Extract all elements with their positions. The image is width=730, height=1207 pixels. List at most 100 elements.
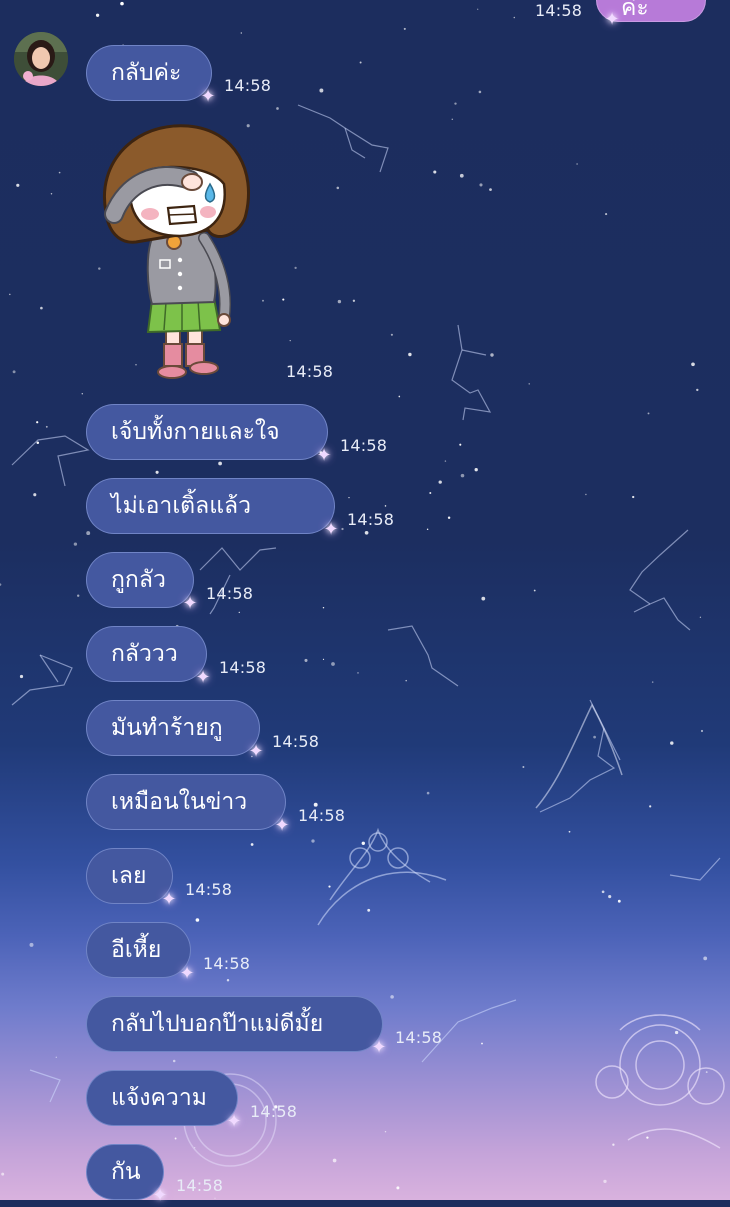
- star: [40, 306, 43, 310]
- star: [226, 979, 230, 982]
- star: [58, 171, 61, 174]
- star: [705, 1071, 708, 1074]
- message-timestamp: 14:58: [176, 1176, 224, 1195]
- star: [617, 899, 621, 903]
- message-text: กลัววว: [111, 641, 178, 667]
- star: [390, 333, 393, 336]
- star: [50, 193, 53, 195]
- message-timestamp: 14:58: [340, 436, 388, 455]
- star: [533, 589, 536, 592]
- incoming-message-bubble[interactable]: กูกลัว ✦: [86, 552, 198, 614]
- message-text: เหมือนในข่าว: [111, 789, 248, 815]
- sparkle-icon: ✦: [371, 1037, 387, 1058]
- star: [490, 353, 494, 357]
- incoming-message-bubble[interactable]: เจ้บทั้งกายและใจ ✦: [86, 404, 332, 466]
- star: [593, 735, 596, 739]
- incoming-message-bubble[interactable]: เหมือนในข่าว ✦: [86, 774, 290, 836]
- incoming-message-bubble[interactable]: กลับไปบอกป๊าแม่ดีมั้ย ✦: [86, 996, 387, 1058]
- star: [33, 493, 37, 497]
- star: [632, 495, 635, 499]
- star: [319, 88, 324, 93]
- incoming-message-bubble[interactable]: กลัววว ✦: [86, 626, 211, 688]
- star: [699, 616, 702, 618]
- star: [398, 395, 401, 398]
- star: [451, 118, 454, 121]
- sparkle-icon: ✦: [200, 86, 216, 107]
- incoming-message-bubble[interactable]: กัน ✦: [86, 1144, 168, 1206]
- star: [361, 841, 365, 845]
- sparkle-icon: ✦: [604, 9, 620, 30]
- star: [674, 1030, 679, 1035]
- star: [282, 298, 285, 301]
- star: [454, 102, 457, 105]
- avatar-image: [14, 32, 68, 86]
- star: [585, 493, 587, 496]
- crying-girl-sticker[interactable]: [96, 122, 258, 384]
- star: [605, 213, 608, 216]
- message-timestamp: 14:58: [395, 1028, 443, 1047]
- star: [696, 388, 699, 392]
- star: [568, 830, 571, 833]
- star: [647, 412, 650, 415]
- sparkle-icon: ✦: [316, 445, 332, 466]
- sparkle-icon: ✦: [195, 667, 211, 688]
- star: [120, 1, 124, 6]
- star: [218, 461, 222, 466]
- star: [172, 1059, 176, 1063]
- star: [612, 1143, 615, 1146]
- star: [336, 186, 340, 190]
- incoming-message-bubble[interactable]: อีเหี้ย ✦: [86, 922, 195, 984]
- star: [481, 596, 486, 601]
- star: [77, 594, 80, 597]
- message-timestamp: 14:58: [224, 76, 272, 95]
- message-timestamp: 14:58: [250, 1102, 298, 1121]
- star: [73, 542, 78, 546]
- star: [45, 425, 48, 428]
- star: [55, 1056, 58, 1059]
- star: [262, 299, 264, 302]
- star: [603, 1179, 607, 1184]
- message-text: อีเหี้ย: [111, 937, 162, 963]
- star: [16, 183, 20, 187]
- star: [651, 681, 654, 683]
- star: [528, 383, 530, 385]
- star: [460, 473, 465, 478]
- sparkle-icon: ✦: [274, 815, 290, 836]
- star: [364, 530, 369, 535]
- incoming-message-bubble[interactable]: กลับค่ะ ✦: [86, 45, 216, 107]
- incoming-message-bubble[interactable]: เลย ✦: [86, 848, 177, 910]
- star: [408, 352, 412, 357]
- star: [691, 362, 695, 367]
- star: [359, 61, 362, 64]
- star: [9, 293, 11, 296]
- message-text: มันทำร้ายกู: [111, 715, 223, 741]
- star: [195, 918, 200, 922]
- star: [86, 531, 91, 536]
- star: [331, 662, 335, 666]
- star: [459, 173, 464, 178]
- star: [649, 805, 652, 808]
- message-text: เลย: [111, 863, 147, 889]
- outgoing-message-bubble[interactable]: ค่ะ ✦: [596, 0, 706, 30]
- sparkle-icon: ✦: [182, 593, 198, 614]
- star: [348, 496, 350, 499]
- star: [479, 183, 483, 187]
- star: [703, 956, 708, 961]
- star: [12, 370, 16, 374]
- star: [601, 890, 605, 894]
- incoming-message-bubble[interactable]: แจ้งความ ✦: [86, 1070, 242, 1132]
- star: [289, 340, 291, 342]
- star: [403, 27, 406, 30]
- star: [489, 188, 492, 191]
- star: [194, 1147, 196, 1149]
- avatar[interactable]: [14, 32, 68, 86]
- star: [357, 672, 359, 674]
- star: [670, 741, 674, 745]
- star: [576, 163, 578, 165]
- incoming-message-bubble[interactable]: ไม่เอาเติ้ลแล้ว ✦: [86, 478, 339, 540]
- message-timestamp: 14:58: [535, 1, 583, 20]
- star: [396, 1186, 400, 1190]
- star: [238, 611, 241, 614]
- star: [311, 839, 315, 843]
- incoming-message-bubble[interactable]: มันทำร้ายกู ✦: [86, 700, 264, 762]
